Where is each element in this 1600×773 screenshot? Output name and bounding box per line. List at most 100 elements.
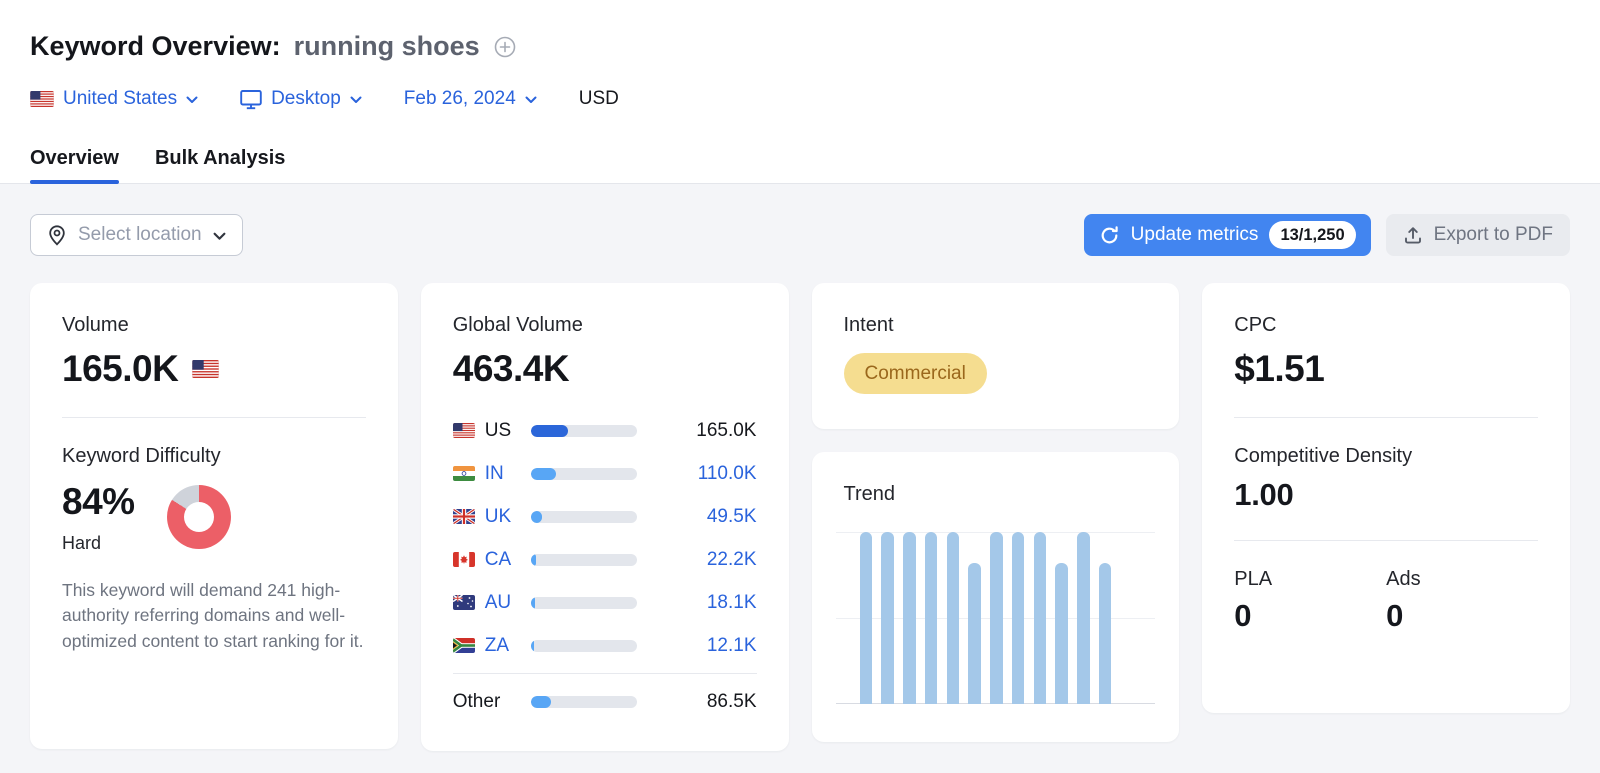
add-keyword-icon[interactable]: [493, 35, 517, 59]
country-volume-row[interactable]: CA 22.2K: [452, 538, 757, 581]
keyword-overview-page: Keyword Overview: running shoes United S…: [0, 0, 1600, 773]
us-flag: [452, 423, 475, 438]
country-volume-row[interactable]: ZA 12.1K: [452, 624, 757, 667]
trend-bar: [1055, 562, 1068, 704]
trend-card: Trend: [811, 452, 1180, 742]
select-location-label: Select location: [78, 224, 202, 245]
upload-icon: [1403, 225, 1423, 245]
global-volume-card: Global Volume 463.4K US 165.0K IN 110.0K UK 4…: [420, 283, 789, 751]
divider: [1234, 417, 1538, 418]
us-flag: [30, 91, 54, 107]
volume-bar-track: [530, 695, 637, 708]
volume-bar-track: [530, 424, 637, 437]
volume-bar-track: [530, 553, 637, 566]
cpc-card: CPC $1.51 Competitive Density 1.00 PLA 0…: [1202, 283, 1570, 713]
za-flag: [452, 638, 475, 653]
filter-row: United States Desktop Feb 26, 2024 USD: [30, 86, 1570, 112]
country-code[interactable]: ZA: [485, 635, 531, 657]
cpc-value: $1.51: [1234, 348, 1325, 389]
volume-bar-fill: [530, 639, 534, 652]
global-volume-list: US 165.0K IN 110.0K UK 49.5K CA 22.2K AU 18.1K ZA 1…: [452, 409, 757, 723]
trend-bar: [1077, 532, 1090, 704]
volume-label: Volume: [62, 314, 129, 336]
uk-flag: [452, 509, 475, 524]
volume-bar-fill: [530, 596, 535, 609]
trend-label: Trend: [843, 483, 896, 505]
update-count-badge: 13/1,250: [1269, 221, 1356, 249]
keyword-difficulty-label: Keyword Difficulty: [62, 445, 221, 467]
volume-bar-fill: [530, 424, 569, 437]
divider: [1234, 540, 1538, 541]
select-location-button[interactable]: Select location: [30, 214, 243, 256]
trend-bars: [859, 532, 1112, 704]
cards-grid: Volume 165.0K Keyword Difficulty 84% Har…: [30, 283, 1570, 751]
date-selector[interactable]: Feb 26, 2024: [404, 86, 537, 112]
volume-bar-track: [530, 467, 637, 480]
country-volume-row[interactable]: AU 18.1K: [452, 581, 757, 624]
toolbar-right-group: Update metrics 13/1,250 Export to PDF: [1083, 214, 1570, 256]
ads-value: 0: [1386, 598, 1404, 633]
location-pin-icon: [47, 224, 67, 246]
global-volume-label: Global Volume: [452, 314, 583, 336]
country-volume-row[interactable]: IN 110.0K: [452, 452, 757, 495]
kd-value-block: 84% Hard: [62, 480, 135, 554]
trend-chart: [835, 532, 1156, 704]
title-row: Keyword Overview: running shoes: [30, 28, 1570, 64]
device-selector[interactable]: Desktop: [240, 86, 362, 112]
country-volume-value[interactable]: 22.2K: [637, 549, 757, 571]
volume-bar-fill: [530, 553, 536, 566]
pla-ads-row: PLA 0 Ads 0: [1234, 567, 1538, 635]
divider: [452, 673, 757, 674]
intent-badge: Commercial: [843, 353, 987, 394]
tab-bulk-analysis[interactable]: Bulk Analysis: [155, 148, 285, 183]
country-code[interactable]: AU: [485, 592, 531, 614]
country-volume-value[interactable]: 18.1K: [637, 592, 757, 614]
chevron-down-icon: [186, 96, 198, 104]
country-selector-label: United States: [63, 88, 178, 109]
country-code[interactable]: CA: [485, 549, 531, 571]
volume-bar-fill: [530, 467, 556, 480]
trend-bar: [1098, 562, 1112, 704]
trend-bar: [924, 532, 938, 704]
chevron-down-icon: [213, 232, 226, 241]
currency-label: USD: [578, 88, 619, 109]
trend-bar: [946, 532, 959, 704]
ads-block: Ads 0: [1386, 567, 1538, 635]
volume-value: 165.0K: [62, 348, 179, 389]
ca-flag: [452, 552, 475, 567]
cpc-label: CPC: [1234, 314, 1277, 336]
content: Select location Update metrics 13/1,250 …: [0, 184, 1600, 773]
intent-label: Intent: [843, 314, 894, 336]
kd-value: 84%: [62, 481, 135, 522]
tabs: Overview Bulk Analysis: [30, 148, 1570, 184]
volume-value-row: 165.0K: [62, 347, 366, 391]
export-pdf-label: Export to PDF: [1433, 224, 1553, 245]
keyword-difficulty-row: 84% Hard: [62, 480, 366, 554]
au-flag: [452, 595, 475, 610]
country-code: US: [484, 419, 512, 441]
country-code[interactable]: UK: [485, 506, 531, 528]
update-metrics-button[interactable]: Update metrics 13/1,250: [1083, 214, 1371, 256]
global-volume-value: 463.4K: [452, 348, 570, 389]
kd-donut-chart: [166, 485, 231, 549]
country-volume-row[interactable]: UK 49.5K: [452, 495, 757, 538]
country-volume-value[interactable]: 49.5K: [637, 506, 757, 528]
trend-bar: [859, 532, 872, 704]
country-volume-value[interactable]: 110.0K: [637, 463, 757, 485]
country-code[interactable]: IN: [485, 463, 531, 485]
competitive-density-value: 1.00: [1234, 477, 1294, 512]
country-volume-value[interactable]: 12.1K: [637, 635, 757, 657]
country-selector[interactable]: United States: [30, 86, 198, 112]
export-pdf-button[interactable]: Export to PDF: [1385, 214, 1570, 256]
trend-bar: [1033, 532, 1046, 704]
volume-bar-fill: [530, 510, 543, 523]
tab-overview[interactable]: Overview: [30, 148, 119, 184]
kd-description: This keyword will demand 241 high-author…: [62, 580, 364, 651]
volume-card: Volume 165.0K Keyword Difficulty 84% Har…: [30, 283, 398, 749]
volume-bar-fill: [530, 695, 551, 708]
trend-bar: [903, 532, 916, 704]
country-volume-value: 86.5K: [706, 690, 757, 712]
us-flag: [192, 360, 220, 378]
pla-label: PLA: [1234, 568, 1273, 590]
other-label: Other: [452, 690, 501, 712]
